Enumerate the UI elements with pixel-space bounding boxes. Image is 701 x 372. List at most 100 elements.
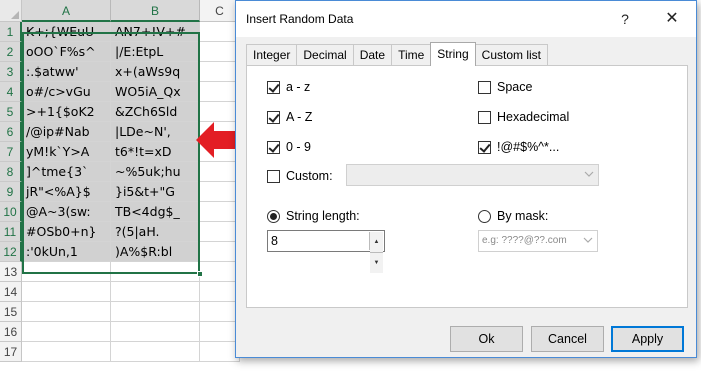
cell-b[interactable]: AN7+!V+# xyxy=(111,22,200,41)
row-header[interactable]: 1 xyxy=(0,22,22,42)
custom-characters-combo[interactable] xyxy=(346,164,599,186)
row-header[interactable]: 17 xyxy=(0,342,22,362)
cell-b[interactable]: |/E:EtpL xyxy=(111,42,200,61)
row-header[interactable]: 16 xyxy=(0,322,22,342)
space-checkbox-box[interactable] xyxy=(478,80,491,94)
string-length-input[interactable]: 8 ▲ ▼ xyxy=(267,230,385,273)
cell-a[interactable] xyxy=(22,322,111,341)
cell-a[interactable]: jR"<%A}$ xyxy=(22,182,111,201)
space-checkbox[interactable]: Space xyxy=(478,80,532,94)
cell-a[interactable] xyxy=(22,342,111,361)
cell-a[interactable]: #OSb0+n} xyxy=(22,222,111,241)
cell-a[interactable]: @A~3(sw: xyxy=(22,202,111,221)
cell-c[interactable] xyxy=(200,102,240,121)
mask-combo[interactable]: e.g: ????@??.com xyxy=(478,230,598,252)
cell-a[interactable] xyxy=(22,282,111,301)
row-header[interactable]: 14 xyxy=(0,282,22,302)
cell-c[interactable] xyxy=(200,342,240,361)
symbols-checkbox-box[interactable] xyxy=(478,140,491,154)
row-header[interactable]: 2 xyxy=(0,42,22,62)
cell-b[interactable]: x+(aWs9q xyxy=(111,62,200,81)
tab-integer[interactable]: Integer xyxy=(246,44,298,66)
custom-checkbox-box[interactable] xyxy=(267,169,280,183)
digits-checkbox[interactable]: 0 - 9 xyxy=(267,140,311,154)
cell-b[interactable] xyxy=(111,322,200,341)
cell-b[interactable]: &ZCh6Sld xyxy=(111,102,200,121)
cell-c[interactable] xyxy=(200,242,240,261)
cell-b[interactable] xyxy=(111,342,200,361)
row-header[interactable]: 13 xyxy=(0,262,22,282)
help-button[interactable]: ? xyxy=(611,7,639,31)
spin-down-icon[interactable]: ▼ xyxy=(370,253,383,273)
cell-a[interactable]: /@ip#Nab xyxy=(22,122,111,141)
tab-string[interactable]: String xyxy=(430,42,476,66)
cell-c[interactable] xyxy=(200,202,240,221)
cell-a[interactable]: o#/c>vGu xyxy=(22,82,111,101)
cell-c[interactable] xyxy=(200,322,240,341)
row-header[interactable]: 3 xyxy=(0,62,22,82)
spin-up-icon[interactable]: ▲ xyxy=(370,232,383,253)
cell-a[interactable]: >+1{$oK2 xyxy=(22,102,111,121)
cell-b[interactable] xyxy=(111,302,200,321)
cell-c[interactable] xyxy=(200,162,240,181)
row-header[interactable]: 9 xyxy=(0,182,22,202)
row-header[interactable]: 8 xyxy=(0,162,22,182)
cell-b[interactable]: TB<4dg$_ xyxy=(111,202,200,221)
symbols-checkbox[interactable]: !@#$%^*... xyxy=(478,140,559,154)
cell-b[interactable]: ?(5|aH. xyxy=(111,222,200,241)
string-length-radio[interactable]: String length: xyxy=(267,209,360,223)
fill-handle[interactable] xyxy=(197,271,203,277)
row-header[interactable]: 6 xyxy=(0,122,22,142)
cell-c[interactable] xyxy=(200,302,240,321)
by-mask-radio-dot[interactable] xyxy=(478,209,491,223)
cell-a[interactable]: :.$atww' xyxy=(22,62,111,81)
by-mask-radio[interactable]: By mask: xyxy=(478,209,548,223)
row-header[interactable]: 5 xyxy=(0,102,22,122)
lowercase-checkbox-box[interactable] xyxy=(267,80,280,94)
cell-b[interactable]: t6*!t=xD xyxy=(111,142,200,161)
cell-c[interactable] xyxy=(200,282,240,301)
row-header[interactable]: 15 xyxy=(0,302,22,322)
cell-a[interactable]: ]^tme{3` xyxy=(22,162,111,181)
cell-a[interactable] xyxy=(22,262,111,281)
cell-b[interactable] xyxy=(111,262,200,281)
row-header[interactable]: 10 xyxy=(0,202,22,222)
column-header-c[interactable]: C xyxy=(200,0,240,22)
cell-c[interactable] xyxy=(200,262,240,281)
apply-button[interactable]: Apply xyxy=(611,326,684,352)
lowercase-checkbox[interactable]: a - z xyxy=(267,80,310,94)
cell-a[interactable]: :'0kUn,1 xyxy=(22,242,111,261)
cancel-button[interactable]: Cancel xyxy=(531,326,604,352)
cell-a[interactable]: K+;{WEuU xyxy=(22,22,111,41)
cell-b[interactable] xyxy=(111,282,200,301)
column-header-b[interactable]: B xyxy=(111,0,200,22)
tab-decimal[interactable]: Decimal xyxy=(296,44,354,66)
cell-c[interactable] xyxy=(200,182,240,201)
dialog-titlebar[interactable]: Insert Random Data ? ✕ xyxy=(236,1,696,37)
column-header-a[interactable]: A xyxy=(22,0,111,22)
string-length-spinner[interactable]: ▲ ▼ xyxy=(369,232,383,273)
row-header[interactable]: 11 xyxy=(0,222,22,242)
uppercase-checkbox-box[interactable] xyxy=(267,110,280,124)
cell-c[interactable] xyxy=(200,42,240,61)
hexadecimal-checkbox-box[interactable] xyxy=(478,110,491,124)
string-length-radio-dot[interactable] xyxy=(267,209,280,223)
cell-c[interactable] xyxy=(200,222,240,241)
cell-c[interactable] xyxy=(200,82,240,101)
cell-b[interactable]: )A%$R:bl xyxy=(111,242,200,261)
cell-b[interactable]: }i5&t+"G xyxy=(111,182,200,201)
row-header[interactable]: 7 xyxy=(0,142,22,162)
cell-c[interactable] xyxy=(200,22,240,41)
row-header[interactable]: 12 xyxy=(0,242,22,262)
cell-b[interactable]: ~%5uk;hu xyxy=(111,162,200,181)
cell-a[interactable]: yM!k`Y>A xyxy=(22,142,111,161)
tab-custom-list[interactable]: Custom list xyxy=(474,44,548,66)
cell-b[interactable]: WO5iA_Qx xyxy=(111,82,200,101)
cell-c[interactable] xyxy=(200,62,240,81)
ok-button[interactable]: Ok xyxy=(450,326,523,352)
row-header[interactable]: 4 xyxy=(0,82,22,102)
cell-a[interactable]: oOO`F%s^ xyxy=(22,42,111,61)
tab-date[interactable]: Date xyxy=(352,44,393,66)
custom-checkbox[interactable]: Custom: xyxy=(267,169,333,183)
tab-time[interactable]: Time xyxy=(391,44,432,66)
